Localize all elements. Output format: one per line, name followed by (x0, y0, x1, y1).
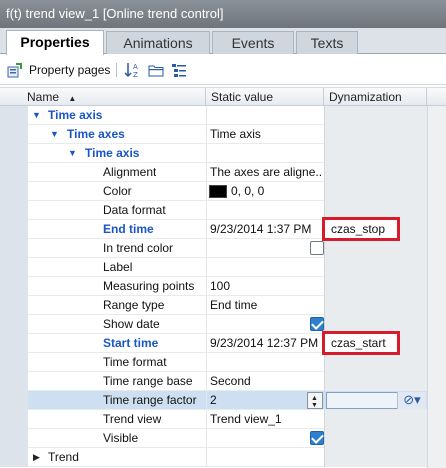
row-name: Trend (48, 450, 79, 464)
row-name: Measuring points (103, 279, 195, 293)
expand-arrow-icon[interactable]: ▼ (32, 106, 41, 125)
property-pages-icon[interactable] (7, 62, 23, 78)
column-header-dynamization[interactable]: Dynamization (324, 88, 427, 106)
in-trend-color-checkbox[interactable] (310, 241, 324, 255)
tab-strip: Properties Animations Events Texts (0, 28, 446, 55)
property-row-alignment[interactable]: Alignment The axes are aligne.. (0, 163, 446, 182)
row-name: End time (103, 222, 154, 236)
property-row-time-format[interactable]: Time format (0, 353, 446, 372)
row-value[interactable]: Time axis (210, 125, 261, 144)
property-pages-label[interactable]: Property pages (29, 61, 110, 79)
row-name: Show date (103, 317, 160, 331)
value-spinner[interactable]: ▲ ▼ (307, 392, 323, 409)
row-name: Visible (103, 431, 139, 445)
row-name: Time axes (67, 127, 125, 141)
tree-row-time-axis-group[interactable]: ▼ Time axis (0, 106, 446, 125)
row-value[interactable]: Trend view_1 (210, 410, 282, 429)
property-row-visible[interactable]: Visible (0, 429, 446, 448)
row-name: Time axis (85, 146, 140, 160)
spin-up-icon[interactable]: ▲ (311, 395, 318, 402)
show-date-checkbox[interactable] (310, 317, 324, 331)
row-name: In trend color (103, 241, 174, 255)
row-value[interactable]: Second (210, 372, 251, 391)
sort-az-icon[interactable]: A Z (124, 61, 142, 79)
row-value[interactable]: 100 (210, 277, 230, 296)
start-time-dynamization-tag[interactable]: czas_start (322, 331, 400, 355)
property-row-label[interactable]: Label (0, 258, 446, 277)
row-name: Time axis (48, 108, 103, 122)
row-value[interactable]: 9/23/2014 12:37 PM (210, 334, 318, 353)
grid-header: Name ▲ Static value Dynamization (0, 87, 446, 106)
row-value[interactable]: 9/23/2014 1:37 PM (210, 220, 311, 239)
column-header-name[interactable]: Name ▲ (22, 88, 206, 106)
tab-texts[interactable]: Texts (296, 31, 358, 54)
list-view-icon[interactable] (171, 62, 187, 78)
expand-arrow-icon[interactable]: ▼ (50, 125, 59, 144)
svg-text:A: A (133, 63, 138, 71)
end-time-dynamization-tag[interactable]: czas_stop (322, 217, 400, 241)
row-value[interactable]: End time (210, 296, 257, 315)
color-swatch[interactable] (209, 185, 227, 198)
column-header-static[interactable]: Static value (206, 88, 324, 106)
toolbar: Property pages A Z (0, 55, 446, 85)
tab-events[interactable]: Events (212, 31, 294, 54)
tab-animations[interactable]: Animations (106, 31, 210, 54)
row-name: Trend view (103, 412, 162, 426)
row-name: Label (103, 260, 133, 274)
no-dynamization-icon[interactable]: ⊘▾ (397, 392, 426, 409)
property-row-time-range-factor[interactable]: Time range factor 2 ▲ ▼ ⊘▾ (0, 391, 446, 410)
vertical-scrollbar[interactable] (427, 106, 446, 468)
property-row-range-type[interactable]: Range type End time (0, 296, 446, 315)
row-name: Color (103, 184, 132, 198)
property-row-trend-view[interactable]: Trend view Trend view_1 (0, 410, 446, 429)
property-row-color[interactable]: Color 0, 0, 0 (0, 182, 446, 201)
tab-properties[interactable]: Properties (6, 30, 104, 55)
toolbar-separator (116, 63, 117, 77)
row-name: Time range base (103, 374, 193, 388)
spin-down-icon[interactable]: ▼ (311, 402, 318, 409)
row-name: Start time (103, 336, 159, 350)
tree-row-time-axis[interactable]: ▼ Time axis (0, 144, 446, 163)
row-name: Alignment (103, 165, 157, 179)
property-row-in-trend-color[interactable]: In trend color (0, 239, 446, 258)
row-value[interactable]: 2 (210, 391, 217, 410)
window-title: f(t) trend view_1 [Online trend control] (0, 0, 446, 28)
row-value[interactable]: The axes are aligne.. (210, 163, 324, 182)
row-name: Time range factor (103, 393, 197, 407)
tree-row-trend[interactable]: ▶ Trend (0, 448, 446, 467)
row-value[interactable]: 0, 0, 0 (231, 182, 264, 201)
expand-arrow-icon[interactable]: ▼ (68, 144, 77, 163)
svg-text:Z: Z (133, 71, 138, 79)
folder-icon[interactable] (148, 62, 164, 78)
property-row-time-range-base[interactable]: Time range base Second (0, 372, 446, 391)
row-name: Range type (103, 298, 165, 312)
visible-checkbox[interactable] (310, 431, 324, 445)
row-name: Time format (103, 355, 167, 369)
collapse-arrow-icon[interactable]: ▶ (33, 448, 40, 467)
row-name: Data format (103, 203, 166, 217)
property-row-measuring-points[interactable]: Measuring points 100 (0, 277, 446, 296)
sort-ascending-icon: ▲ (68, 94, 77, 103)
tree-row-time-axes[interactable]: ▼ Time axes Time axis (0, 125, 446, 144)
column-name-label: Name (27, 90, 60, 104)
